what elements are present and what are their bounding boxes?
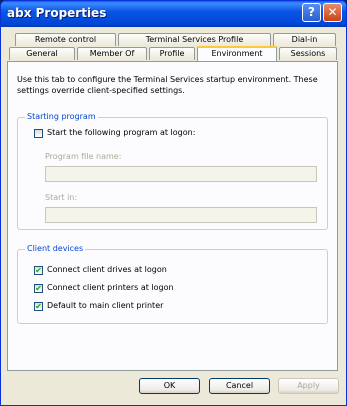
title-bar[interactable]: abx Properties ? ✕ <box>1 1 346 27</box>
help-button[interactable]: ? <box>302 3 321 22</box>
connect-drives-checkbox[interactable]: ✔ <box>34 266 43 275</box>
program-file-input[interactable] <box>45 166 317 182</box>
tab-profile[interactable]: Profile <box>149 47 195 60</box>
properties-dialog: abx Properties ? ✕ Remote control Termin… <box>0 0 347 406</box>
tab-general[interactable]: General <box>9 47 75 60</box>
default-printer-checkbox[interactable]: ✔ <box>34 302 43 311</box>
window-title: abx Properties <box>7 6 107 20</box>
client-devices-legend: Client devices <box>25 244 86 253</box>
start-in-label: Start in: <box>45 193 78 202</box>
connect-printers-checkbox[interactable]: ✔ <box>34 284 43 293</box>
start-in-input[interactable] <box>45 207 317 223</box>
client-devices-group: Client devices ✔ Connect client drives a… <box>17 244 328 324</box>
tab-environment[interactable]: Environment <box>197 46 277 61</box>
starting-program-group: Starting program Start the following pro… <box>17 112 328 230</box>
tab-remote-control[interactable]: Remote control <box>15 33 116 46</box>
starting-program-legend: Starting program <box>25 112 98 121</box>
tab-terminal-services-profile[interactable]: Terminal Services Profile <box>118 33 271 46</box>
default-printer-label: Default to main client printer <box>47 301 164 310</box>
environment-panel: Use this tab to configure the Terminal S… <box>7 61 338 371</box>
tab-dial-in[interactable]: Dial-in <box>273 33 336 46</box>
connect-printers-label: Connect client printers at logon <box>47 283 174 292</box>
tab-sessions[interactable]: Sessions <box>279 47 337 60</box>
tab-member-of[interactable]: Member Of <box>77 47 147 60</box>
apply-button[interactable]: Apply <box>278 378 339 394</box>
ok-button[interactable]: OK <box>139 378 200 394</box>
intro-text: Use this tab to configure the Terminal S… <box>17 75 318 95</box>
cancel-button[interactable]: Cancel <box>209 378 270 394</box>
start-program-label: Start the following program at logon: <box>47 128 196 137</box>
close-button[interactable]: ✕ <box>323 3 342 22</box>
program-file-label: Program file name: <box>45 152 122 161</box>
connect-drives-label: Connect client drives at logon <box>47 265 167 274</box>
start-program-checkbox[interactable] <box>34 129 43 138</box>
